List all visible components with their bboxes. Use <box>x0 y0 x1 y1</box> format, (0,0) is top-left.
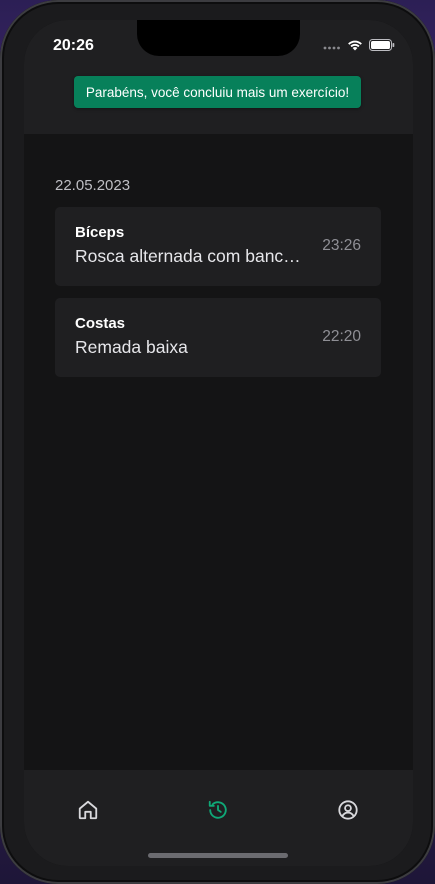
bottom-tab-bar <box>24 770 413 866</box>
app-screen: 20:26 Parabéns, você concluiu mais um ex… <box>24 20 413 866</box>
history-item-muscle: Costas <box>75 315 126 332</box>
tab-profile[interactable] <box>332 796 364 828</box>
history-item-time: 23:26 <box>322 237 361 254</box>
history-item-exercise: Remada baixa <box>75 337 188 357</box>
status-time: 20:26 <box>53 37 94 54</box>
wifi-icon <box>347 38 363 56</box>
history-item-time: 22:20 <box>322 328 361 345</box>
status-bar: 20:26 <box>24 20 413 72</box>
user-circle-icon <box>337 799 359 826</box>
signal-dots-icon <box>323 38 341 56</box>
battery-icon <box>369 38 395 56</box>
app-header: Parabéns, você concluiu mais um exercíci… <box>24 72 413 134</box>
home-icon <box>77 799 99 826</box>
notch <box>137 20 300 56</box>
phone-frame: 20:26 Parabéns, você concluiu mais um ex… <box>0 0 435 884</box>
tab-history[interactable] <box>202 796 234 828</box>
history-item-exercise: Rosca alternada com banco inclinado <box>75 246 305 266</box>
history-item-card[interactable]: Bíceps Rosca alternada com banco inclina… <box>55 207 381 286</box>
history-icon <box>207 799 229 826</box>
history-content: 22.05.2023 Bíceps Rosca alternada com ba… <box>24 134 413 770</box>
history-date-label: 22.05.2023 <box>55 177 131 194</box>
success-toast[interactable]: Parabéns, você concluiu mais um exercíci… <box>74 76 361 108</box>
home-indicator[interactable] <box>148 853 288 858</box>
history-item-card[interactable]: Costas Remada baixa 22:20 <box>55 298 381 377</box>
history-item-muscle: Bíceps <box>75 224 125 241</box>
status-icons <box>323 38 395 56</box>
tab-home[interactable] <box>72 796 104 828</box>
